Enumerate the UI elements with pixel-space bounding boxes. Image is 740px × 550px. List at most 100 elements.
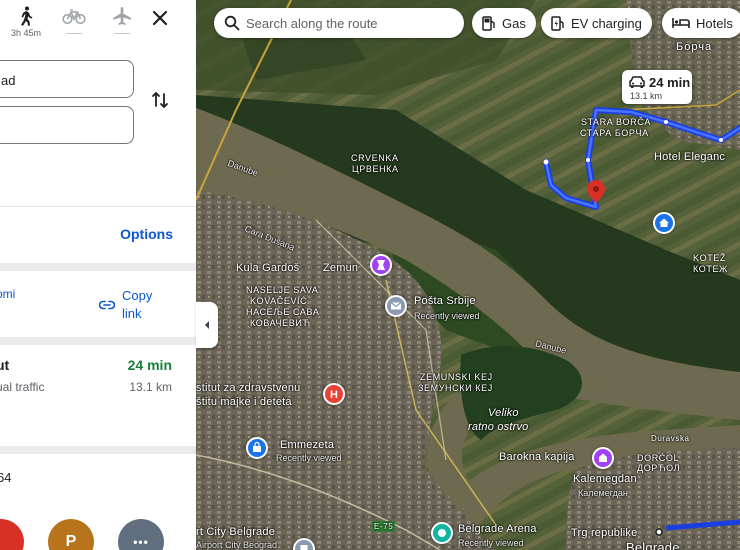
route-time-card[interactable]: 24 min 13.1 km [622, 70, 692, 104]
chip-ev-label: EV charging [571, 15, 642, 31]
route-distance: 13.1 km [129, 380, 172, 394]
section-divider [0, 263, 196, 271]
map-label-airport-city-sub: Airport City Beograd [196, 540, 278, 550]
map-label-barokna: Barokna kapija [499, 451, 575, 463]
landmark-icon [599, 453, 607, 462]
search-icon [224, 15, 240, 31]
travel-modes: 3h 45m [0, 0, 196, 50]
chip-hotels[interactable]: Hotels [662, 8, 740, 38]
map-label-zemunski-kej: ZEMUNSKI KEJ [420, 372, 493, 382]
map-label-veliko: Veliko [488, 407, 519, 419]
map-label-posta-recent: Recently viewed [414, 311, 480, 321]
car-icon [629, 76, 645, 88]
section-divider [0, 446, 196, 454]
map-label-kalemegdan: Kalemegdan [573, 473, 637, 485]
mode-flight[interactable] [100, 6, 144, 34]
map-label-emmezeta-recent: Recently viewed [276, 453, 342, 463]
map-label-kotez-cyr: КОТЕЖ [693, 264, 728, 274]
map-label-posta: Pošta Srbije [414, 295, 476, 307]
poi-hospital[interactable]: H [323, 383, 345, 405]
flight-time-placeholder [114, 33, 130, 34]
map-label-kula-gardos: Kula Gardoš [236, 262, 300, 274]
route-duration: 24 min [127, 357, 172, 373]
bike-time-placeholder [66, 33, 82, 34]
map-label-trg-republike: Trg republike [571, 527, 638, 539]
mail-icon [390, 302, 402, 310]
airplane-icon [113, 7, 131, 25]
origin-input[interactable]: ad [0, 60, 134, 98]
section-count: 64 [0, 470, 12, 485]
map-label-zemunski-kej-cyr: ЗЕМУНСКИ КЕЈ [418, 383, 493, 393]
map-label-kovacevic-cyr: КОВАЧЕВИЋ [250, 318, 311, 328]
map-label-dorcol-cyr: ДОРЋОЛ [637, 463, 681, 473]
close-icon [152, 10, 168, 26]
map-label-ratno-ostrvo: ratno ostrvo [468, 421, 529, 433]
walk-icon [21, 6, 33, 26]
section-divider [0, 206, 196, 207]
map-label-institut-2: štitu majke i deteta [196, 396, 292, 408]
more-icon: ••• [133, 535, 149, 549]
map-label-emmezeta: Emmezeta [280, 439, 335, 451]
copy-link-button[interactable]: Copy link [122, 287, 172, 323]
bike-icon [62, 9, 86, 25]
walk-time: 3h 45m [10, 28, 42, 38]
close-button[interactable] [150, 6, 170, 30]
ev-charging-icon [551, 16, 564, 31]
map-label-kotez: KOTEŽ [693, 253, 727, 263]
route-card-distance: 13.1 km [630, 91, 663, 101]
poi-kula-gardos[interactable] [370, 254, 392, 276]
chip-hotels-label: Hotels [696, 15, 733, 31]
poi-posta-srbije[interactable] [385, 295, 407, 317]
poi-airport-city[interactable] [293, 538, 315, 550]
map-label-hotel: Hotel Eleganc [654, 151, 726, 163]
map-label-kalemegdan-cyr: Калемегдан [578, 488, 628, 498]
map-label-belgrade: Belgrade [626, 540, 680, 550]
chevron-left-icon [205, 321, 209, 329]
chip-gas[interactable]: Gas [472, 8, 536, 38]
poi-barokna-kapija[interactable] [592, 447, 614, 469]
chip-gas-label: Gas [502, 15, 526, 31]
map-label-stara-borca-cyr: СТАРА БОРЧА [580, 128, 649, 138]
link-icon [98, 297, 116, 315]
home-icon [659, 218, 669, 227]
landmark-icon [377, 260, 385, 270]
swap-vertical-icon [152, 92, 168, 108]
swap-button[interactable] [151, 90, 169, 115]
options-button[interactable]: Options [120, 226, 173, 242]
hospital-icon: H [330, 389, 338, 401]
map-label-street-2: Duravska [651, 434, 690, 443]
map-label-zemun: Zemun [323, 262, 359, 274]
route-name[interactable]: ut [0, 357, 9, 373]
category-red-button[interactable] [0, 519, 24, 550]
mode-walk[interactable]: 3h 45m [4, 6, 48, 39]
chip-ev-charging[interactable]: EV charging [541, 8, 652, 38]
poi-home[interactable] [653, 212, 675, 234]
map-label-naselje: NASELJE SAVA [246, 285, 319, 295]
destination-input[interactable] [0, 106, 134, 144]
venue-icon [438, 529, 446, 537]
map-label-stara-borca: STARA BORČA [581, 117, 651, 127]
map-label-crvenka-cyr: ЦРВЕНКА [352, 164, 399, 174]
map-label-belgrade-arena: Belgrade Arena [458, 523, 537, 535]
road-shield-e75: E-75 [372, 521, 396, 532]
parking-icon: P [65, 533, 77, 550]
directions-panel: 3h 45m ad Options o [0, 0, 196, 550]
more-button[interactable]: ••• [118, 519, 164, 550]
section-divider [0, 337, 196, 345]
map-label-crvenka: CRVENKA [351, 153, 399, 163]
map-label-institut: stitut za zdravstvenu [196, 382, 301, 394]
search-along-route-input[interactable]: Search along the route [214, 8, 464, 38]
map-label-borca: Борча [676, 41, 713, 53]
parking-button[interactable]: P [48, 519, 94, 550]
poi-belgrade-arena[interactable] [431, 522, 453, 544]
map-label-naselje-cyr: НАСЕЉЕ САВА [246, 307, 320, 317]
building-icon [300, 545, 308, 550]
route-card-time: 24 min [649, 75, 691, 90]
mode-bike[interactable] [52, 6, 96, 34]
poi-emmezeta[interactable] [246, 437, 268, 459]
map-view[interactable]: Search along the route Gas EV charging H… [196, 0, 740, 550]
map-label-kovacevic: KOVAČEVIĆ [250, 296, 308, 306]
send-to-phone-label[interactable]: omi [0, 287, 15, 301]
search-placeholder: Search along the route [246, 15, 378, 31]
collapse-panel-button[interactable] [196, 302, 218, 348]
